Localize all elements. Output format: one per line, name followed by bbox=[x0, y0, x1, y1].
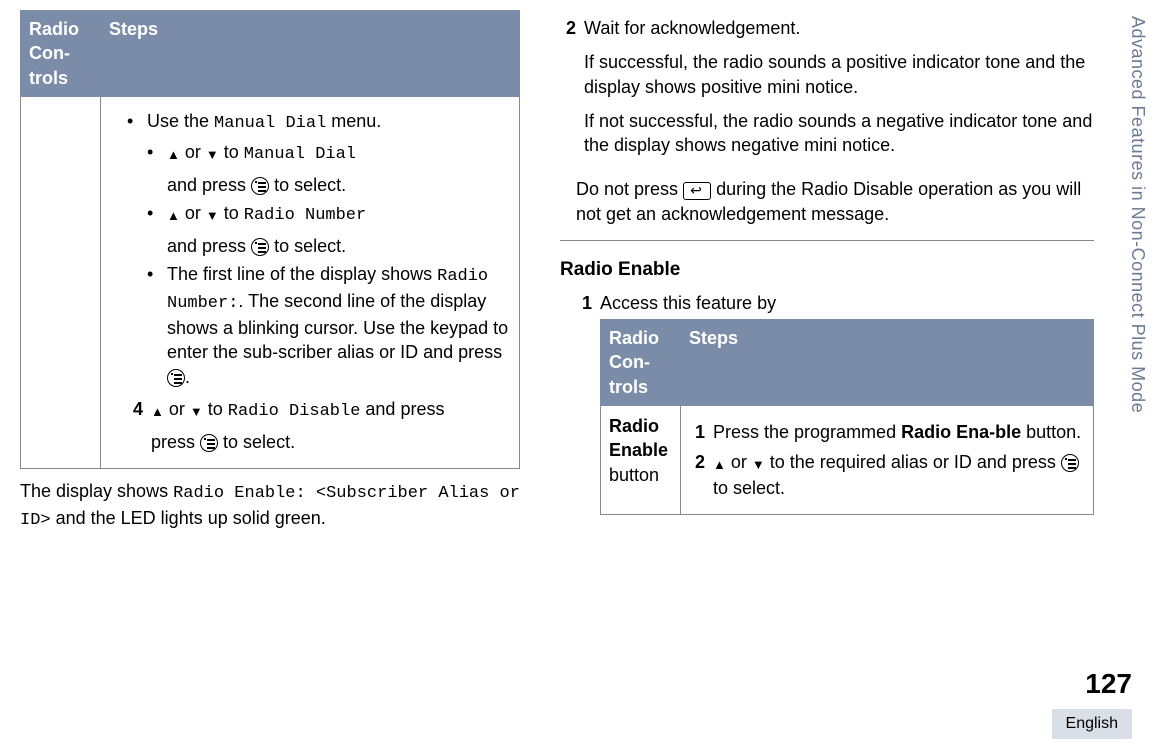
left-td-steps: • Use the Manual Dial menu. • or to Manu… bbox=[101, 96, 520, 468]
sub2-to: to bbox=[219, 203, 244, 223]
below-a: The display shows bbox=[20, 481, 173, 501]
s2-p2: If not successful, the radio sounds a ne… bbox=[584, 109, 1094, 158]
ok-button-icon bbox=[251, 177, 269, 195]
up-arrow-icon-4 bbox=[713, 451, 726, 475]
s4-to: to bbox=[203, 399, 228, 419]
r2-or: or bbox=[726, 452, 752, 472]
sub-bullet-dot: • bbox=[147, 140, 167, 197]
sub2-or: or bbox=[180, 203, 206, 223]
r1-c: button. bbox=[1021, 422, 1081, 442]
row-label-bold: Radio Enable bbox=[609, 416, 668, 460]
sub1-sel: to select. bbox=[269, 175, 346, 195]
right-td-label: Radio Enable button bbox=[601, 405, 681, 514]
sub-bullet-dot-3: • bbox=[147, 262, 167, 389]
s2-p3a: Do not press bbox=[576, 179, 683, 199]
bullet-dot: • bbox=[127, 109, 147, 136]
s4-mono: Radio Disable bbox=[228, 402, 361, 421]
sub1-to: to bbox=[219, 142, 244, 162]
sub2-mono: Radio Number bbox=[244, 206, 366, 225]
radio-enable-heading: Radio Enable bbox=[560, 257, 1094, 283]
step-2-number: 2 bbox=[560, 16, 584, 167]
s2-p1: If successful, the radio sounds a positi… bbox=[584, 50, 1094, 99]
ok-button-icon-2 bbox=[251, 238, 269, 256]
sub2-sel: to select. bbox=[269, 236, 346, 256]
right-th-steps: Steps bbox=[681, 320, 1094, 406]
s2-text: Wait for acknowledgement. bbox=[584, 16, 1094, 40]
language-label: English bbox=[1052, 709, 1132, 739]
left-td-empty bbox=[21, 96, 101, 468]
up-arrow-icon-3 bbox=[151, 398, 164, 422]
left-th-controls: Radio Con-trols bbox=[21, 11, 101, 97]
down-arrow-icon-2 bbox=[206, 202, 219, 226]
row-label-rest: button bbox=[609, 465, 659, 485]
s1-text: Access this feature by bbox=[600, 291, 1094, 315]
left-below-para: The display shows Radio Enable: <Subscri… bbox=[20, 479, 520, 533]
sub1-mono: Manual Dial bbox=[244, 145, 356, 164]
side-tab-label: Advanced Features in Non-Connect Plus Mo… bbox=[1126, 16, 1150, 413]
s2-p3: Do not press during the Radio Disable op… bbox=[576, 177, 1094, 226]
sub-bullet-dot-2: • bbox=[147, 201, 167, 258]
right-th-controls: Radio Con-trols bbox=[601, 320, 681, 406]
r2-sel: to select. bbox=[713, 478, 785, 498]
sub2-press: and press bbox=[167, 236, 251, 256]
b3a: The first line of the display shows bbox=[167, 264, 437, 284]
up-arrow-icon-2 bbox=[167, 202, 180, 226]
sub1-or: or bbox=[180, 142, 206, 162]
left-th-steps: Steps bbox=[101, 11, 520, 97]
section-divider bbox=[560, 240, 1094, 241]
step-1-number: 1 bbox=[576, 291, 600, 515]
step-4-number: 4 bbox=[127, 397, 151, 454]
b1-pre: Use the bbox=[147, 111, 214, 131]
r1-n: 1 bbox=[689, 420, 713, 444]
down-arrow-icon-4 bbox=[752, 451, 765, 475]
home-back-icon bbox=[683, 182, 711, 200]
right-td-steps: 1 Press the programmed Radio Ena-ble but… bbox=[681, 405, 1094, 514]
below-b: and the LED lights up solid green. bbox=[51, 508, 326, 528]
page-number: 127 bbox=[1085, 665, 1132, 703]
ok-button-icon-4 bbox=[200, 434, 218, 452]
b1-mono: Manual Dial bbox=[214, 114, 326, 133]
r2-to: to the required alias or ID and press bbox=[765, 452, 1061, 472]
left-radio-table: Radio Con-trols Steps • Use the Manual D… bbox=[20, 10, 520, 469]
down-arrow-icon-3 bbox=[190, 398, 203, 422]
r1-b: Radio Ena-ble bbox=[901, 422, 1021, 442]
sub1-press: and press bbox=[167, 175, 251, 195]
s4-or: or bbox=[164, 399, 190, 419]
s4-sel: to select. bbox=[218, 432, 295, 452]
s4-and: and press bbox=[360, 399, 444, 419]
ok-button-icon-3 bbox=[167, 369, 185, 387]
s4-press-word: press bbox=[151, 432, 200, 452]
down-arrow-icon bbox=[206, 141, 219, 165]
r1-a: Press the programmed bbox=[713, 422, 901, 442]
r2-n: 2 bbox=[689, 450, 713, 500]
b3-dot: . bbox=[185, 367, 190, 387]
b1-post: menu. bbox=[326, 111, 381, 131]
right-radio-table: Radio Con-trols Steps Radio Enable butto… bbox=[600, 319, 1094, 515]
ok-button-icon-5 bbox=[1061, 454, 1079, 472]
up-arrow-icon bbox=[167, 141, 180, 165]
